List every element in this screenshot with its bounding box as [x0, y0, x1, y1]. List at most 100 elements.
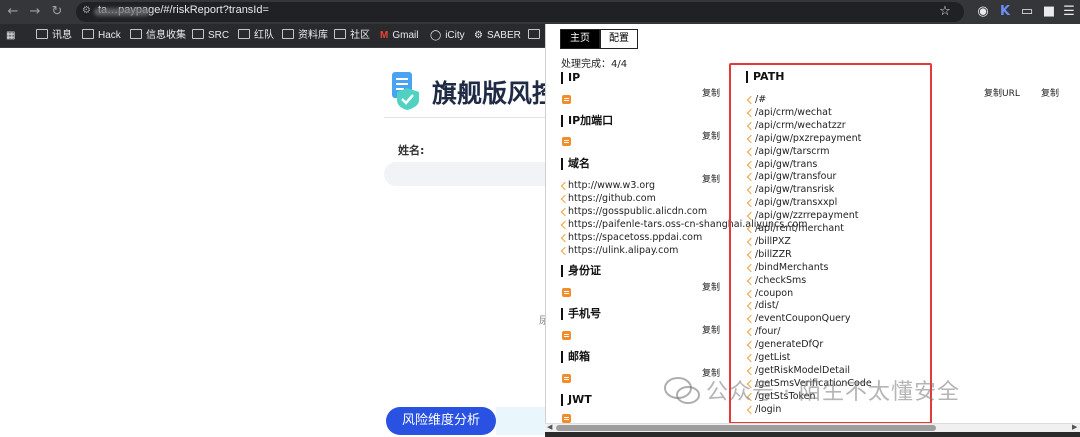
browser-toolbar: ← → ↻ ⚙ ta…paypage/#/riskReport?transId=…	[0, 0, 1080, 24]
section-domain: 域名	[561, 158, 590, 170]
path-item[interactable]: /checkSms	[745, 275, 806, 287]
copy-button[interactable]: 复制	[702, 86, 720, 99]
page-icon	[528, 29, 540, 39]
name-input[interactable]	[384, 162, 546, 186]
bookmark-item[interactable]	[528, 28, 544, 44]
path-item[interactable]: /dist/	[745, 300, 779, 312]
path-item[interactable]: /api/crm/wechat	[745, 107, 832, 119]
path-item[interactable]: /coupon	[745, 288, 793, 300]
gmail-icon: M	[380, 30, 389, 41]
watermark-text: 公众号 · 陌生不太懂安全	[706, 380, 960, 405]
faint-button[interactable]	[496, 407, 546, 435]
globe-icon: ◯	[430, 30, 442, 41]
risk-analysis-button[interactable]: 风险维度分析	[386, 407, 496, 435]
tab-home[interactable]: 主页	[560, 29, 600, 49]
path-item[interactable]: /api/gw/transfour	[745, 171, 836, 183]
copy-button[interactable]: 复制	[702, 129, 720, 142]
copy-button[interactable]: 复制	[702, 172, 720, 185]
chevron-left-icon	[746, 405, 756, 414]
scroll-right-arrow[interactable]: ▶	[1072, 423, 1077, 431]
name-label: 姓名:	[398, 144, 425, 157]
folder-icon	[36, 29, 48, 39]
bookmark-item[interactable]: 红队	[238, 28, 274, 44]
list-item[interactable]: http://www.w3.org	[560, 180, 655, 192]
bookmark-item[interactable]: 社区	[334, 28, 370, 44]
bottom-edge	[545, 432, 1080, 437]
bookmark-item[interactable]: 资料库	[282, 28, 328, 44]
path-item[interactable]: /four/	[745, 326, 781, 338]
bookmark-star-icon[interactable]: ☆	[936, 3, 954, 21]
path-item[interactable]: /api/gw/pxzrepayment	[745, 133, 861, 145]
extension-icon[interactable]: ▭	[1018, 3, 1036, 21]
bookmark-item[interactable]: M Gmail	[380, 28, 418, 44]
chevron-left-icon	[746, 224, 756, 234]
section-jwt: JWT	[561, 394, 592, 406]
path-item[interactable]: /billPXZ	[745, 236, 791, 248]
list-item[interactable]: https://spacetoss.ppdai.com	[560, 232, 702, 244]
section-ip-port: IP加端口	[561, 115, 613, 127]
path-item[interactable]: /api/gw/tarscrm	[745, 146, 830, 158]
bookmark-item[interactable]: SRC	[192, 28, 229, 44]
empty-list-icon	[562, 374, 571, 383]
empty-list-icon	[562, 288, 571, 297]
copy-button[interactable]: 复制	[702, 323, 720, 336]
gear-icon: ⚙	[474, 30, 483, 41]
reload-icon[interactable]: ↻	[48, 3, 66, 21]
path-item[interactable]: /api/gw/transrisk	[745, 184, 834, 196]
path-item[interactable]: /eventCouponQuery	[745, 313, 850, 325]
chevron-left-icon	[746, 340, 756, 350]
chevron-left-icon	[746, 263, 756, 272]
path-item[interactable]: /api/crm/wechatzzr	[745, 120, 846, 132]
address-bar[interactable]: ⚙ ta…paypage/#/riskReport?transId=	[76, 2, 964, 22]
list-item[interactable]: https://gosspublic.alicdn.com	[560, 206, 707, 218]
bookmark-item[interactable]: ⚙ SABER	[474, 28, 521, 44]
chevron-left-icon	[746, 108, 756, 118]
forward-icon[interactable]: →	[26, 3, 44, 21]
folder-icon	[192, 29, 204, 39]
scroll-left-arrow[interactable]: ◀	[547, 423, 552, 431]
bookmark-item[interactable]: Hack	[82, 28, 121, 44]
profile-avatar[interactable]: ■	[1040, 3, 1058, 21]
chevron-left-icon	[746, 147, 756, 156]
k-extension-icon[interactable]: K	[996, 3, 1014, 21]
scrollbar-thumb[interactable]	[556, 425, 936, 431]
path-item[interactable]: /billZZR	[745, 249, 792, 261]
page-title: 旗舰版风控	[432, 79, 558, 108]
tab-config[interactable]: 配置	[600, 29, 638, 49]
chevron-left-icon	[746, 134, 756, 143]
chevron-left-icon	[746, 198, 756, 208]
extension-icon[interactable]: ◉	[974, 3, 992, 21]
path-item[interactable]: /api/gw/transxxpl	[745, 197, 837, 209]
chevron-left-icon	[746, 315, 756, 324]
menu-icon[interactable]: ☰	[1060, 3, 1078, 21]
path-item[interactable]: /#	[745, 94, 766, 106]
folder-icon	[334, 29, 346, 39]
path-item[interactable]: /generateDfQr	[745, 339, 823, 351]
wechat-icon	[664, 377, 700, 404]
chevron-left-icon	[746, 186, 756, 195]
chevron-left-icon	[746, 121, 756, 131]
folder-icon	[282, 29, 294, 39]
site-info-icon[interactable]: ⚙	[82, 5, 91, 16]
folder-icon	[82, 29, 94, 39]
chevron-left-icon	[746, 211, 756, 221]
list-item[interactable]: https://ulink.alipay.com	[560, 245, 678, 257]
path-item[interactable]: /api/gw/zzrrepayment	[745, 210, 858, 222]
chevron-left-icon	[746, 327, 756, 337]
empty-list-icon	[562, 95, 571, 104]
path-item[interactable]: /api/rent/merchant	[745, 223, 844, 235]
bookmark-item[interactable]: 讯息	[36, 28, 72, 44]
apps-icon[interactable]: ▦	[6, 28, 15, 44]
copy-url-button[interactable]: 复制URL	[984, 86, 1020, 99]
copy-button[interactable]: 复制	[1041, 86, 1059, 99]
list-item[interactable]: https://github.com	[560, 193, 656, 205]
url-redaction	[94, 8, 150, 16]
back-icon[interactable]: ←	[4, 3, 22, 21]
bookmark-item[interactable]: ◯ iCity	[430, 28, 465, 44]
copy-button[interactable]: 复制	[702, 280, 720, 293]
path-item[interactable]: /getList	[745, 352, 790, 364]
path-item[interactable]: /api/gw/trans	[745, 159, 817, 171]
bookmark-item[interactable]: 信息收集	[130, 28, 186, 44]
empty-list-icon	[562, 414, 571, 423]
path-item[interactable]: /bindMerchants	[745, 262, 828, 274]
